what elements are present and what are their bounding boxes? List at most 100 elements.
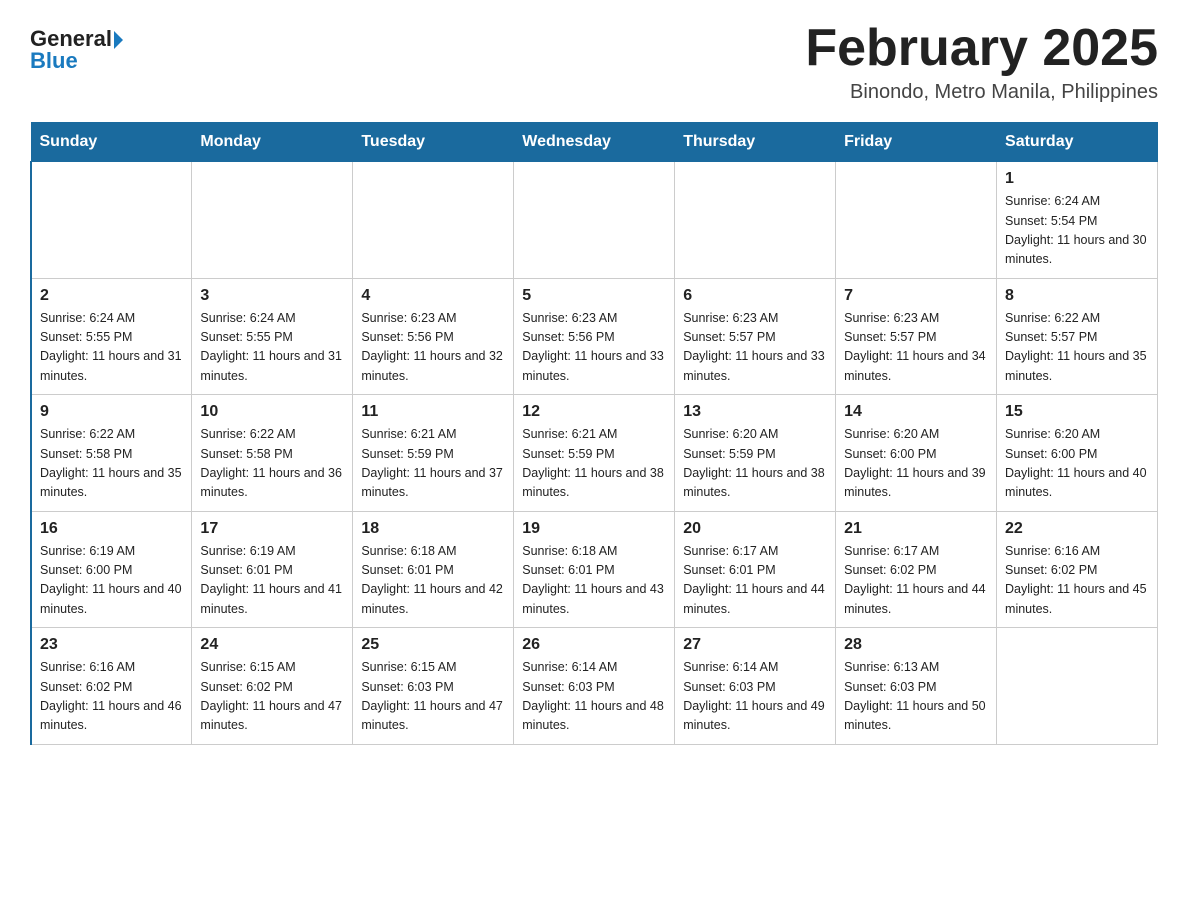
logo: General Blue xyxy=(30,20,123,74)
day-number: 19 xyxy=(522,520,666,538)
calendar-day: 27 Sunrise: 6:14 AMSunset: 6:03 PMDayligh… xyxy=(675,628,836,745)
calendar-day: 8 Sunrise: 6:22 AMSunset: 5:57 PMDaylight… xyxy=(997,278,1158,395)
day-number: 1 xyxy=(1005,170,1149,188)
day-number: 28 xyxy=(844,636,988,654)
calendar-day: 4 Sunrise: 6:23 AMSunset: 5:56 PMDaylight… xyxy=(353,278,514,395)
day-number: 4 xyxy=(361,287,505,305)
day-info: Sunrise: 6:18 AMSunset: 6:01 PMDaylight:… xyxy=(361,542,505,620)
day-info: Sunrise: 6:13 AMSunset: 6:03 PMDaylight:… xyxy=(844,658,988,736)
day-info: Sunrise: 6:15 AMSunset: 6:03 PMDaylight:… xyxy=(361,658,505,736)
col-tuesday: Tuesday xyxy=(353,123,514,162)
day-number: 27 xyxy=(683,636,827,654)
day-info: Sunrise: 6:18 AMSunset: 6:01 PMDaylight:… xyxy=(522,542,666,620)
calendar-day: 26 Sunrise: 6:14 AMSunset: 6:03 PMDayligh… xyxy=(514,628,675,745)
calendar-day: 13 Sunrise: 6:20 AMSunset: 5:59 PMDayligh… xyxy=(675,395,836,512)
col-thursday: Thursday xyxy=(675,123,836,162)
day-info: Sunrise: 6:24 AMSunset: 5:55 PMDaylight:… xyxy=(200,309,344,387)
day-number: 13 xyxy=(683,403,827,421)
col-sunday: Sunday xyxy=(31,123,192,162)
calendar-day xyxy=(514,162,675,279)
logo-arrow-icon xyxy=(114,31,123,49)
calendar-day xyxy=(353,162,514,279)
calendar-day xyxy=(192,162,353,279)
day-number: 18 xyxy=(361,520,505,538)
day-info: Sunrise: 6:22 AMSunset: 5:57 PMDaylight:… xyxy=(1005,309,1149,387)
calendar-day: 6 Sunrise: 6:23 AMSunset: 5:57 PMDaylight… xyxy=(675,278,836,395)
calendar-day: 23 Sunrise: 6:16 AMSunset: 6:02 PMDayligh… xyxy=(31,628,192,745)
day-number: 9 xyxy=(40,403,183,421)
day-info: Sunrise: 6:14 AMSunset: 6:03 PMDaylight:… xyxy=(683,658,827,736)
calendar-week-row: 9 Sunrise: 6:22 AMSunset: 5:58 PMDaylight… xyxy=(31,395,1158,512)
day-info: Sunrise: 6:23 AMSunset: 5:56 PMDaylight:… xyxy=(361,309,505,387)
calendar-day: 21 Sunrise: 6:17 AMSunset: 6:02 PMDayligh… xyxy=(836,511,997,628)
day-number: 5 xyxy=(522,287,666,305)
calendar-day: 10 Sunrise: 6:22 AMSunset: 5:58 PMDayligh… xyxy=(192,395,353,512)
calendar-subtitle: Binondo, Metro Manila, Philippines xyxy=(805,81,1158,104)
calendar-day: 11 Sunrise: 6:21 AMSunset: 5:59 PMDayligh… xyxy=(353,395,514,512)
col-monday: Monday xyxy=(192,123,353,162)
calendar-day: 18 Sunrise: 6:18 AMSunset: 6:01 PMDayligh… xyxy=(353,511,514,628)
day-number: 23 xyxy=(40,636,183,654)
day-number: 24 xyxy=(200,636,344,654)
calendar-day: 20 Sunrise: 6:17 AMSunset: 6:01 PMDayligh… xyxy=(675,511,836,628)
title-block: February 2025 Binondo, Metro Manila, Phi… xyxy=(805,20,1158,104)
day-number: 26 xyxy=(522,636,666,654)
calendar-day: 9 Sunrise: 6:22 AMSunset: 5:58 PMDaylight… xyxy=(31,395,192,512)
calendar-header: Sunday Monday Tuesday Wednesday Thursday… xyxy=(31,123,1158,162)
day-info: Sunrise: 6:17 AMSunset: 6:02 PMDaylight:… xyxy=(844,542,988,620)
col-saturday: Saturday xyxy=(997,123,1158,162)
day-info: Sunrise: 6:23 AMSunset: 5:57 PMDaylight:… xyxy=(683,309,827,387)
day-info: Sunrise: 6:17 AMSunset: 6:01 PMDaylight:… xyxy=(683,542,827,620)
day-info: Sunrise: 6:14 AMSunset: 6:03 PMDaylight:… xyxy=(522,658,666,736)
day-number: 25 xyxy=(361,636,505,654)
day-number: 6 xyxy=(683,287,827,305)
day-info: Sunrise: 6:22 AMSunset: 5:58 PMDaylight:… xyxy=(200,425,344,503)
day-info: Sunrise: 6:15 AMSunset: 6:02 PMDaylight:… xyxy=(200,658,344,736)
calendar-body: 1 Sunrise: 6:24 AMSunset: 5:54 PMDaylight… xyxy=(31,162,1158,745)
calendar-day: 2 Sunrise: 6:24 AMSunset: 5:55 PMDaylight… xyxy=(31,278,192,395)
day-info: Sunrise: 6:20 AMSunset: 6:00 PMDaylight:… xyxy=(844,425,988,503)
calendar-day: 25 Sunrise: 6:15 AMSunset: 6:03 PMDayligh… xyxy=(353,628,514,745)
calendar-week-row: 2 Sunrise: 6:24 AMSunset: 5:55 PMDaylight… xyxy=(31,278,1158,395)
calendar-day: 17 Sunrise: 6:19 AMSunset: 6:01 PMDayligh… xyxy=(192,511,353,628)
day-number: 17 xyxy=(200,520,344,538)
day-info: Sunrise: 6:20 AMSunset: 6:00 PMDaylight:… xyxy=(1005,425,1149,503)
day-number: 10 xyxy=(200,403,344,421)
day-number: 22 xyxy=(1005,520,1149,538)
day-info: Sunrise: 6:19 AMSunset: 6:00 PMDaylight:… xyxy=(40,542,183,620)
day-info: Sunrise: 6:22 AMSunset: 5:58 PMDaylight:… xyxy=(40,425,183,503)
day-number: 16 xyxy=(40,520,183,538)
day-info: Sunrise: 6:24 AMSunset: 5:54 PMDaylight:… xyxy=(1005,192,1149,270)
day-number: 21 xyxy=(844,520,988,538)
calendar-day: 15Sunrise: 6:20 AMSunset: 6:00 PMDayligh… xyxy=(997,395,1158,512)
calendar-day: 7Sunrise: 6:23 AMSunset: 5:57 PMDaylight… xyxy=(836,278,997,395)
day-info: Sunrise: 6:20 AMSunset: 5:59 PMDaylight:… xyxy=(683,425,827,503)
col-friday: Friday xyxy=(836,123,997,162)
calendar-day xyxy=(31,162,192,279)
day-number: 20 xyxy=(683,520,827,538)
calendar-title: February 2025 xyxy=(805,20,1158,77)
calendar-day: 16 Sunrise: 6:19 AMSunset: 6:00 PMDayligh… xyxy=(31,511,192,628)
page-header: General Blue February 2025 Binondo, Metr… xyxy=(30,20,1158,104)
calendar-table: Sunday Monday Tuesday Wednesday Thursday… xyxy=(30,122,1158,745)
calendar-day: 3Sunrise: 6:24 AMSunset: 5:55 PMDaylight… xyxy=(192,278,353,395)
day-number: 12 xyxy=(522,403,666,421)
day-number: 11 xyxy=(361,403,505,421)
day-number: 14 xyxy=(844,403,988,421)
day-number: 8 xyxy=(1005,287,1149,305)
day-info: Sunrise: 6:24 AMSunset: 5:55 PMDaylight:… xyxy=(40,309,183,387)
calendar-day: 5 Sunrise: 6:23 AMSunset: 5:56 PMDaylight… xyxy=(514,278,675,395)
day-info: Sunrise: 6:16 AMSunset: 6:02 PMDaylight:… xyxy=(40,658,183,736)
calendar-day xyxy=(675,162,836,279)
day-info: Sunrise: 6:16 AMSunset: 6:02 PMDaylight:… xyxy=(1005,542,1149,620)
day-number: 7 xyxy=(844,287,988,305)
day-info: Sunrise: 6:21 AMSunset: 5:59 PMDaylight:… xyxy=(522,425,666,503)
day-number: 2 xyxy=(40,287,183,305)
calendar-day xyxy=(836,162,997,279)
calendar-day: 24 Sunrise: 6:15 AMSunset: 6:02 PMDayligh… xyxy=(192,628,353,745)
day-info: Sunrise: 6:21 AMSunset: 5:59 PMDaylight:… xyxy=(361,425,505,503)
day-info: Sunrise: 6:23 AMSunset: 5:56 PMDaylight:… xyxy=(522,309,666,387)
calendar-week-row: 16 Sunrise: 6:19 AMSunset: 6:00 PMDayligh… xyxy=(31,511,1158,628)
day-info: Sunrise: 6:19 AMSunset: 6:01 PMDaylight:… xyxy=(200,542,344,620)
calendar-day: 22 Sunrise: 6:16 AMSunset: 6:02 PMDayligh… xyxy=(997,511,1158,628)
